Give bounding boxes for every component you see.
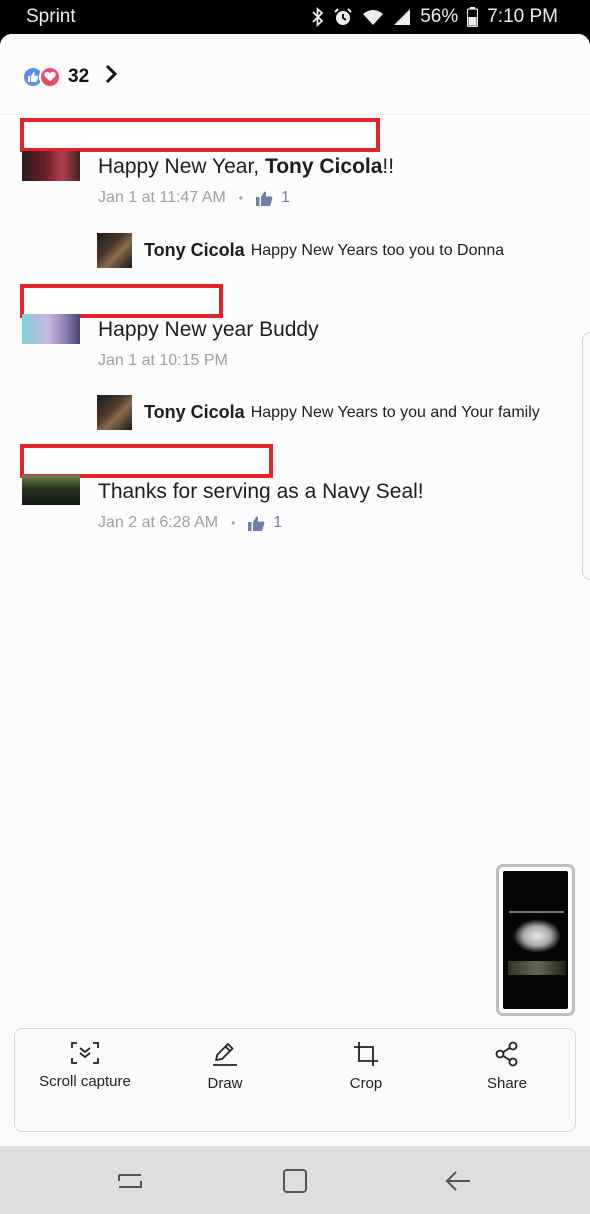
battery-icon: [467, 7, 479, 27]
share-label: Share: [486, 1075, 528, 1092]
reply-text: Happy New Years too you to Donna: [250, 241, 505, 259]
comments-panel: 32 Happy New Year, Tony Cicola!! Jan 1 a…: [0, 34, 590, 1146]
avatar[interactable]: [22, 475, 80, 505]
thumbs-up-icon: [256, 191, 273, 206]
comment-text: Happy New Year, Tony Cicola!!: [98, 155, 394, 179]
avatar[interactable]: [22, 314, 80, 344]
divider: [0, 114, 590, 115]
home-icon: [283, 1169, 307, 1193]
battery-percent: 56%: [420, 6, 459, 27]
navigation-bar: [0, 1146, 590, 1214]
comment-time[interactable]: Jan 1 at 11:47 AM: [98, 189, 226, 207]
back-icon: [445, 1171, 470, 1191]
separator-dot: •: [231, 516, 236, 530]
clock-time: 7:10 PM: [487, 6, 558, 27]
capture-toolbar: Scroll capture Draw Crop Share: [14, 1028, 576, 1132]
screenshot-thumbnail[interactable]: [496, 864, 575, 1016]
draw-label: Draw: [207, 1075, 243, 1092]
like-count: 1: [281, 189, 290, 206]
redacted-name: [20, 444, 273, 478]
like-count: 1: [273, 514, 283, 531]
draw-button[interactable]: Draw: [155, 1041, 295, 1092]
reply-text: Happy New Years to you and Your family: [250, 403, 540, 421]
comment-meta: Jan 1 at 10:15 PM: [98, 352, 228, 370]
scroll-capture-button[interactable]: Scroll capture: [15, 1041, 155, 1090]
pencil-icon: [213, 1043, 237, 1066]
recents-icon: [118, 1174, 142, 1188]
reply-author[interactable]: Tony Cicola: [144, 240, 245, 261]
comment-likes[interactable]: 1: [248, 514, 282, 532]
reactions-summary[interactable]: 32: [22, 64, 118, 89]
redacted-name: [20, 118, 380, 152]
comment-meta: Jan 2 at 6:28 AM • 1: [98, 514, 282, 532]
comment-text: Happy New year Buddy: [98, 318, 319, 341]
crop-label: Crop: [349, 1075, 383, 1092]
mentioned-name[interactable]: Tony Cicola: [265, 155, 382, 178]
avatar[interactable]: [22, 151, 80, 181]
reply: Tony Cicola Happy New Years too you to D…: [97, 233, 504, 268]
alarm-icon: [333, 7, 353, 27]
share-button[interactable]: Share: [437, 1041, 577, 1092]
crop-button[interactable]: Crop: [296, 1041, 436, 1092]
separator-dot: •: [238, 191, 243, 205]
back-button[interactable]: [444, 1166, 474, 1196]
reply-avatar[interactable]: [97, 233, 132, 268]
signal-icon: [393, 8, 411, 26]
comment-text: Thanks for serving as a Navy Seal!: [98, 480, 424, 503]
love-reaction-icon: [39, 65, 61, 88]
wifi-icon: [362, 8, 384, 26]
reply-avatar[interactable]: [97, 395, 132, 430]
status-icons: 56% 7:10 PM: [312, 5, 558, 29]
reply-author[interactable]: Tony Cicola: [144, 402, 245, 423]
carrier-label: Sprint: [26, 6, 76, 27]
reaction-count: 32: [68, 65, 90, 87]
share-icon: [495, 1041, 518, 1067]
comment-likes[interactable]: 1: [256, 189, 290, 207]
scroll-capture-icon: [71, 1042, 99, 1064]
crop-icon: [354, 1042, 378, 1066]
comments-sheet: 32 Happy New Year, Tony Cicola!! Jan 1 a…: [0, 34, 590, 1146]
comment-text-part: !!: [382, 155, 395, 178]
thumbs-up-icon: [248, 516, 265, 531]
status-bar: Sprint 56% 7:10 PM: [0, 0, 590, 34]
comment-time[interactable]: Jan 1 at 10:15 PM: [98, 352, 228, 370]
reply: Tony Cicola Happy New Years to you and Y…: [97, 395, 540, 430]
bluetooth-icon: [312, 7, 324, 27]
thumbnail-image: [503, 871, 568, 1009]
comment-meta: Jan 1 at 11:47 AM • 1: [98, 189, 290, 207]
home-button[interactable]: [280, 1166, 310, 1196]
redacted-name: [20, 284, 223, 318]
comment-time[interactable]: Jan 2 at 6:28 AM: [98, 514, 218, 532]
scrollbar-handle[interactable]: [582, 332, 590, 580]
scroll-capture-label: Scroll capture: [39, 1073, 131, 1090]
chevron-right-icon: [105, 64, 118, 89]
thumbnail-detail: [509, 911, 564, 913]
thumbnail-detail: [513, 919, 561, 953]
comment-text-part: Happy New Year,: [98, 155, 265, 178]
thumbnail-detail: [508, 961, 566, 975]
recents-button[interactable]: [115, 1166, 145, 1196]
